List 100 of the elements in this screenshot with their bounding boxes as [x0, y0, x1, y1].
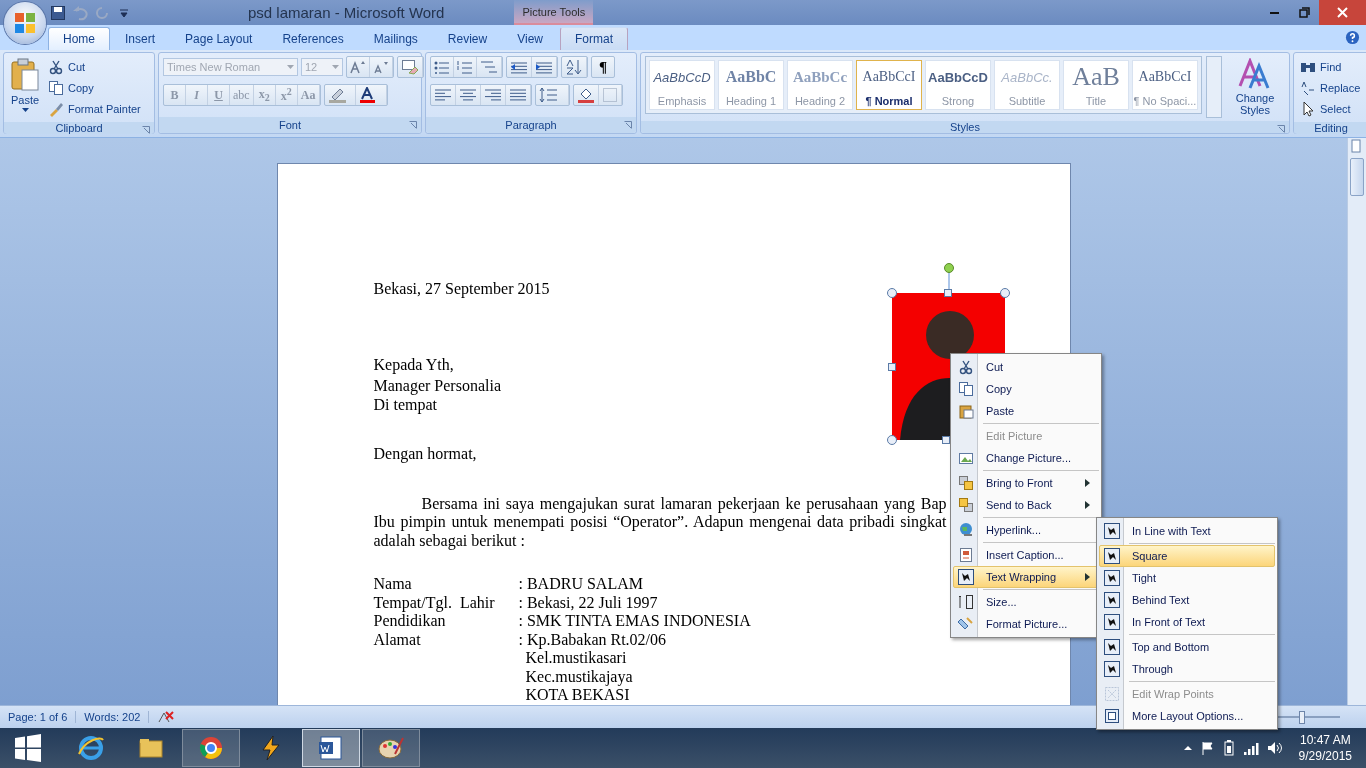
menu-item[interactable]: Paste	[953, 400, 1099, 422]
page-count[interactable]: Page: 1 of 6	[0, 711, 77, 723]
group-label: Editing	[1294, 122, 1366, 134]
field-value: : Kp.Babakan Rt.02/06	[518, 630, 667, 649]
dropdown-caret-icon	[332, 65, 339, 69]
resize-handle-icon[interactable]	[943, 289, 952, 297]
dialog-launcher-icon[interactable]	[142, 126, 150, 134]
ribbon-tab[interactable]: Format	[559, 27, 628, 50]
resize-handle-icon[interactable]	[886, 288, 897, 298]
caret-icon	[21, 108, 29, 112]
ribbon-tab[interactable]: References	[267, 27, 359, 50]
clock[interactable]: 10:47 AM 9/29/2015	[1298, 732, 1352, 764]
menu-item[interactable]: In Front of Text	[1099, 611, 1275, 633]
ribbon-tab[interactable]: Home	[48, 27, 110, 50]
style-item[interactable]: AaBbC Heading 1	[718, 60, 784, 110]
scrollbar-thumb[interactable]	[1350, 158, 1364, 196]
style-item[interactable]: AaBbCcI ¶ Normal	[856, 60, 922, 110]
paste-button[interactable]: Paste	[8, 56, 42, 119]
menu-item[interactable]: Bring to Front	[953, 472, 1099, 494]
ribbon-tab[interactable]: Page Layout	[170, 27, 268, 50]
grow-font-button[interactable]	[347, 57, 370, 77]
size-icon	[958, 594, 974, 610]
close-button[interactable]	[1319, 0, 1366, 25]
style-item[interactable]: AaBbCcI ¶ No Spaci...	[1132, 60, 1198, 110]
wrap-points-icon	[1104, 686, 1120, 702]
menu-item[interactable]: Format Picture...	[953, 613, 1099, 635]
style-item[interactable]: AaB Title	[1063, 60, 1129, 110]
grow-font-icon	[350, 60, 366, 74]
start-windows-icon[interactable]	[14, 734, 42, 762]
document-text: Manager Personalia	[373, 377, 501, 396]
taskbar-app[interactable]	[362, 729, 420, 767]
caption-icon	[958, 547, 974, 563]
show-hidden-icons-icon[interactable]	[1182, 743, 1193, 753]
group-label: Styles	[641, 121, 1289, 133]
field-label: Nama	[373, 575, 413, 594]
style-item[interactable]: AaBbCcD Strong	[925, 60, 991, 110]
editing-action[interactable]: Find	[1298, 56, 1363, 77]
outdent-icon	[510, 60, 528, 74]
sort-icon	[565, 59, 583, 75]
field-label: Pendidikan	[373, 612, 447, 631]
word-count[interactable]: Words: 202	[76, 711, 150, 723]
battery-icon[interactable]	[1222, 740, 1235, 756]
paste-icon	[958, 403, 974, 419]
help-icon[interactable]	[1345, 30, 1360, 45]
menu-item[interactable]: Tight	[1099, 567, 1275, 589]
bullet-list-icon	[434, 60, 450, 74]
dialog-launcher-icon[interactable]	[1277, 125, 1285, 133]
ribbon-tab[interactable]: View	[502, 27, 558, 50]
menu-item[interactable]: More Layout Options...	[1099, 705, 1275, 727]
field-value: : SMK TINTA EMAS INDONESIA	[518, 612, 751, 631]
gallery-scrollbar[interactable]	[1206, 56, 1222, 118]
clipboard-action[interactable]: Format Painter	[46, 98, 143, 119]
editing-action[interactable]: Select	[1298, 98, 1363, 119]
menu-item[interactable]: Cut	[953, 356, 1099, 378]
menu-item[interactable]: Size...	[953, 591, 1099, 613]
field-value: : BADRU SALAM	[518, 575, 643, 594]
flag-icon[interactable]	[1200, 741, 1215, 755]
copy-icon	[48, 79, 64, 96]
menu-item[interactable]: Square	[1099, 545, 1275, 567]
menu-item[interactable]: Change Picture...	[953, 447, 1099, 469]
resize-handle-icon[interactable]	[941, 436, 950, 444]
layers-icon	[958, 475, 974, 491]
change-styles-button[interactable]: Change Styles	[1226, 56, 1284, 118]
dialog-launcher-icon[interactable]	[409, 121, 417, 129]
field-value: KOTA BEKASI	[524, 686, 630, 705]
menu-item[interactable]: Behind Text	[1099, 589, 1275, 611]
menu-item[interactable]: Copy	[953, 378, 1099, 400]
vertical-scrollbar[interactable]	[1347, 138, 1366, 705]
menu-item[interactable]: Top and Bottom	[1099, 636, 1275, 658]
ribbon-tab[interactable]: Mailings	[358, 27, 433, 50]
browser-icon	[77, 734, 105, 762]
menu-item[interactable]: Hyperlink...	[953, 519, 1099, 541]
paintbrush-icon	[48, 100, 64, 117]
editing-action[interactable]: Replace	[1298, 77, 1363, 98]
taskbar-app[interactable]	[182, 729, 240, 767]
style-item[interactable]: AaBbCcD Emphasis	[649, 60, 715, 110]
menu-item[interactable]: Through	[1099, 658, 1275, 680]
show-formatting-button[interactable]: ¶	[591, 56, 615, 78]
ribbon-tab[interactable]: Review	[432, 27, 503, 50]
proofing-icon[interactable]	[157, 709, 176, 725]
menu-item[interactable]: Insert Caption...	[953, 544, 1099, 566]
dialog-launcher-icon[interactable]	[624, 121, 632, 129]
resize-handle-icon[interactable]	[886, 435, 897, 445]
window-title: psd lamaran - Microsoft Word	[248, 4, 445, 21]
volume-icon[interactable]	[1266, 741, 1283, 755]
clipboard-action[interactable]: Copy	[46, 77, 143, 98]
zoom-slider-thumb[interactable]	[1299, 710, 1305, 724]
menu-item[interactable]: In Line with Text	[1099, 520, 1275, 542]
signal-icon[interactable]	[1242, 741, 1259, 755]
save-icon[interactable]	[50, 4, 66, 21]
resize-handle-icon[interactable]	[999, 288, 1010, 298]
ribbon-tab[interactable]: Insert	[110, 27, 171, 50]
text-wrap-icon	[1104, 639, 1120, 655]
text-wrap-icon	[1104, 570, 1120, 586]
menu-item[interactable]: Text Wrapping	[953, 566, 1099, 588]
menu-item[interactable]: Send to Back	[953, 494, 1099, 516]
resize-handle-icon[interactable]	[887, 363, 896, 371]
letters-icon	[1238, 58, 1272, 90]
center-icon	[459, 88, 477, 102]
clipboard-action[interactable]: Cut	[46, 56, 143, 77]
